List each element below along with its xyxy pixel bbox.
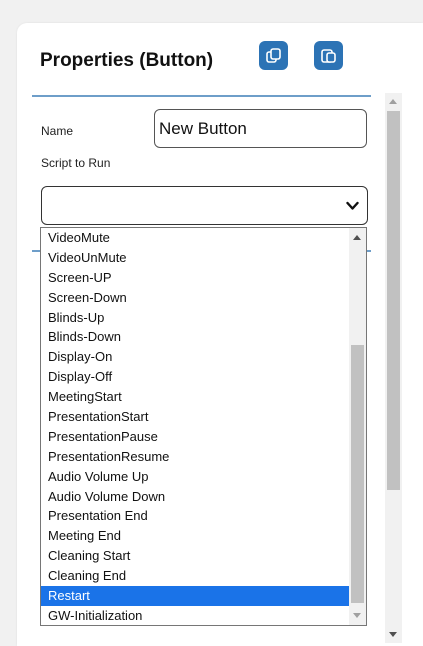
dropdown-scroll-thumb[interactable]: [351, 345, 364, 603]
scroll-down-arrow-icon[interactable]: [389, 632, 397, 637]
dropdown-option[interactable]: Cleaning End: [41, 566, 350, 586]
panel-scrollbar[interactable]: [385, 93, 402, 643]
dropdown-scroll-down-icon[interactable]: [353, 613, 361, 618]
chevron-down-icon: [346, 201, 359, 210]
dropdown-options: VideoMute VideoUnMute Screen-UP Screen-Down…: [41, 228, 350, 625]
dropdown-option[interactable]: Audio Volume Up: [41, 467, 350, 487]
panel-scroll-thumb[interactable]: [387, 111, 400, 490]
script-dropdown-list[interactable]: VideoMute VideoUnMute Screen-UP Screen-Down…: [40, 227, 367, 626]
dropdown-option[interactable]: Display-Off: [41, 367, 350, 387]
panel-title: Properties (Button): [40, 50, 214, 71]
script-select[interactable]: [41, 186, 368, 225]
dropdown-option[interactable]: MeetingStart: [41, 387, 350, 407]
dropdown-option[interactable]: Screen-UP: [41, 268, 350, 288]
script-to-run-label: Script to Run: [41, 156, 111, 170]
copy-icon: [266, 48, 281, 63]
dropdown-option[interactable]: Meeting End: [41, 526, 350, 546]
dropdown-option[interactable]: Screen-Down: [41, 288, 350, 308]
copy-button[interactable]: [259, 41, 288, 70]
dropdown-option[interactable]: Blinds-Down: [41, 327, 350, 347]
name-input[interactable]: [154, 109, 367, 148]
dropdown-option[interactable]: VideoMute: [41, 228, 350, 248]
dropdown-option[interactable]: PresentationResume: [41, 447, 350, 467]
dropdown-option[interactable]: GW-Initialization: [41, 606, 350, 625]
paste-icon: [321, 49, 336, 63]
dropdown-option[interactable]: Audio Volume Down: [41, 487, 350, 507]
dropdown-scrollbar[interactable]: [349, 228, 366, 625]
name-label: Name: [41, 124, 74, 138]
dropdown-option[interactable]: PresentationStart: [41, 407, 350, 427]
dropdown-option[interactable]: VideoUnMute: [41, 248, 350, 268]
paste-button[interactable]: [314, 41, 343, 70]
dropdown-option[interactable]: Restart: [41, 586, 350, 606]
header-divider: [32, 95, 371, 97]
scroll-up-arrow-icon[interactable]: [389, 99, 397, 104]
dropdown-option[interactable]: Display-On: [41, 347, 350, 367]
dropdown-option[interactable]: Presentation End: [41, 506, 350, 526]
dropdown-option[interactable]: PresentationPause: [41, 427, 350, 447]
dropdown-option[interactable]: Cleaning Start: [41, 546, 350, 566]
dropdown-scroll-up-icon[interactable]: [353, 235, 361, 240]
dropdown-option[interactable]: Blinds-Up: [41, 308, 350, 328]
